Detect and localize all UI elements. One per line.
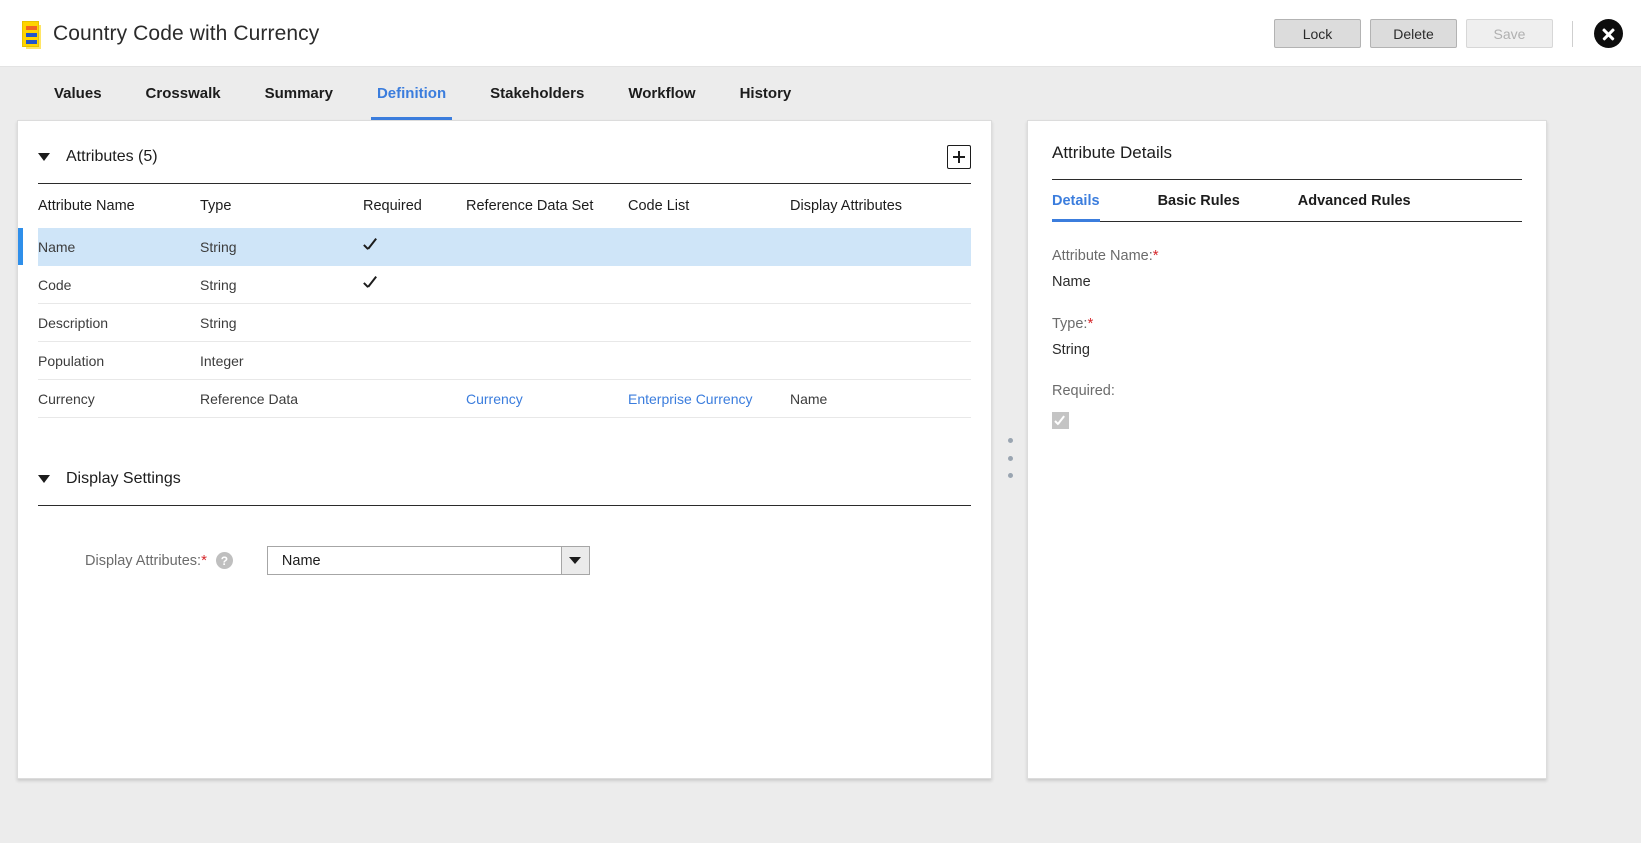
chevron-down-icon[interactable] <box>560 547 589 574</box>
attribute-details-tab-strip: Details Basic Rules Advanced Rules <box>1052 180 1522 222</box>
display-settings-rule <box>38 505 971 506</box>
details-fields: Attribute Name:* Name Type:* String Requ… <box>1052 247 1522 429</box>
lock-button[interactable]: Lock <box>1274 19 1361 48</box>
main-tab-strip: Values Crosswalk Summary Definition Stak… <box>0 67 1641 120</box>
column-header-attribute-name: Attribute Name <box>38 198 135 214</box>
attributes-section-header: Attributes (5) <box>38 144 971 170</box>
display-attributes-selected-value: Name <box>281 552 321 569</box>
header-actions: Lock Delete Save <box>1274 0 1623 67</box>
display-settings-header: Display Settings <box>38 466 971 492</box>
table-header-row: Attribute Name Type Required Reference D… <box>38 184 971 228</box>
collapse-caret-icon[interactable] <box>38 153 50 161</box>
column-header-code-list: Code List <box>628 198 690 214</box>
collapse-caret-icon[interactable] <box>38 475 50 483</box>
tab-history[interactable]: History <box>718 67 814 120</box>
app-header: Country Code with Currency Lock Delete S… <box>0 0 1641 67</box>
tab-advanced-rules[interactable]: Advanced Rules <box>1298 180 1411 221</box>
table-row[interactable]: Population Integer <box>38 342 971 380</box>
required-asterisk: * <box>1087 315 1094 332</box>
tab-summary[interactable]: Summary <box>243 67 355 120</box>
required-label: Required: <box>1052 383 1115 399</box>
cell-attribute-name: Code <box>38 276 72 293</box>
handle-dot <box>1007 438 1013 443</box>
tab-details[interactable]: Details <box>1052 180 1100 222</box>
cell-reference-data-set-link[interactable]: Currency <box>466 391 628 407</box>
cell-type: Integer <box>200 352 244 369</box>
cell-type: String <box>200 276 237 293</box>
attribute-name-label-text: Attribute Name: <box>1052 248 1153 264</box>
cell-type: String <box>200 314 237 331</box>
tab-basic-rules[interactable]: Basic Rules <box>1158 180 1240 221</box>
help-icon[interactable]: ? <box>215 552 233 569</box>
cell-attribute-name: Currency <box>38 390 95 407</box>
display-attributes-select[interactable]: Name <box>266 546 590 575</box>
table-row[interactable]: Code String <box>38 266 971 304</box>
cell-attribute-name: Description <box>38 314 109 331</box>
column-header-type: Type <box>200 198 232 214</box>
panel-resize-handle[interactable] <box>1004 438 1016 478</box>
tab-crosswalk[interactable]: Crosswalk <box>124 67 243 120</box>
table-row[interactable]: Name String <box>18 228 971 266</box>
cell-display-attributes: Name <box>790 390 828 407</box>
table-row[interactable]: Currency Reference Data Currency Enterpr… <box>38 380 971 418</box>
type-value: String <box>1052 342 1090 358</box>
cell-required <box>363 275 466 295</box>
display-attributes-label: Display Attributes:* <box>85 552 207 569</box>
required-asterisk: * <box>201 552 207 569</box>
tab-workflow[interactable]: Workflow <box>606 67 717 120</box>
add-attribute-button[interactable] <box>947 145 971 169</box>
required-checkbox <box>1052 412 1069 429</box>
cell-type: String <box>200 238 237 255</box>
check-icon <box>363 275 380 292</box>
close-icon[interactable] <box>1594 19 1623 48</box>
attribute-details-panel: Attribute Details Details Basic Rules Ad… <box>1027 120 1547 779</box>
cell-attribute-name: Name <box>38 238 76 255</box>
required-asterisk: * <box>1152 247 1159 264</box>
attribute-name-label: Attribute Name:* <box>1052 247 1522 264</box>
handle-dot <box>1007 455 1013 461</box>
attributes-table: Attribute Name Type Required Reference D… <box>18 184 971 418</box>
cell-type: Reference Data <box>200 390 299 407</box>
table-row[interactable]: Description String <box>38 304 971 342</box>
title-area: Country Code with Currency <box>22 0 319 67</box>
reference-data-icon <box>22 20 39 47</box>
attribute-details-title: Attribute Details <box>1052 143 1172 162</box>
display-settings-title: Display Settings <box>66 470 181 487</box>
column-header-display-attributes: Display Attributes <box>790 198 903 214</box>
cell-attribute-name: Population <box>38 352 105 369</box>
type-label: Type:* <box>1052 315 1522 332</box>
handle-dot <box>1007 473 1013 478</box>
column-header-reference-data-set: Reference Data Set <box>466 198 594 214</box>
tab-values[interactable]: Values <box>32 67 124 120</box>
attributes-section-title: Attributes (5) <box>66 148 158 165</box>
display-attributes-label-text: Display Attributes: <box>85 553 202 569</box>
tab-stakeholders[interactable]: Stakeholders <box>468 67 606 120</box>
page-title: Country Code with Currency <box>53 21 320 45</box>
type-label-text: Type: <box>1052 316 1088 332</box>
definition-panel: Attributes (5) Attribute Name Type Requi… <box>17 120 992 779</box>
delete-button[interactable]: Delete <box>1370 19 1457 48</box>
column-header-required: Required <box>363 198 422 214</box>
tab-definition[interactable]: Definition <box>355 67 468 120</box>
cell-required <box>363 237 466 257</box>
display-attributes-field-row: Display Attributes:* ? Name <box>38 546 971 575</box>
attribute-name-value: Name <box>1052 274 1091 290</box>
save-button[interactable]: Save <box>1466 19 1553 48</box>
check-icon <box>363 237 380 254</box>
cell-code-list-link[interactable]: Enterprise Currency <box>628 391 790 407</box>
header-divider <box>1572 20 1573 47</box>
